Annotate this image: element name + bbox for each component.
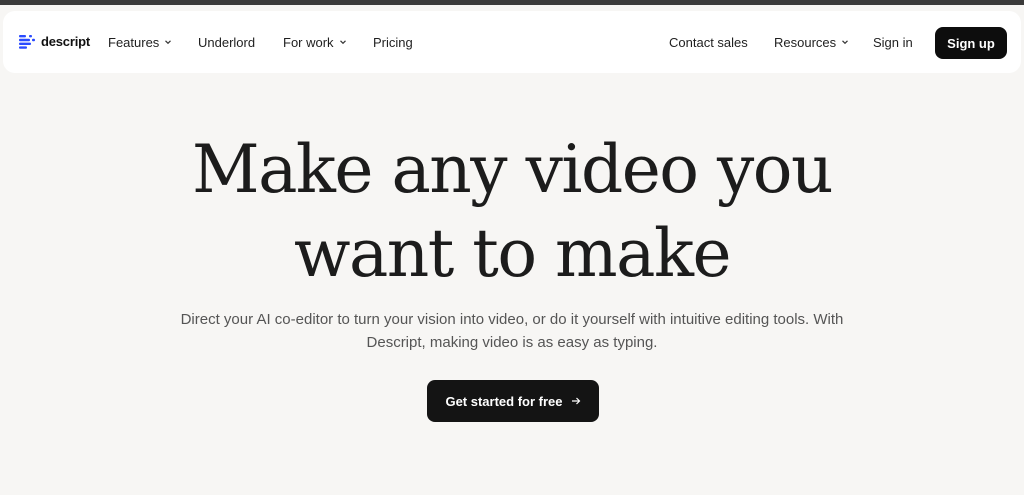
hero-title-line-2: want to make [293, 215, 732, 292]
browser-top-strip [0, 0, 1024, 5]
hero-subtitle: Direct your AI co-editor to turn your vi… [180, 311, 844, 351]
sign-up-button[interactable]: Sign up [935, 27, 1007, 59]
nav-features[interactable]: Features [108, 11, 172, 73]
chevron-down-icon [841, 38, 849, 46]
nav-for-work[interactable]: For work [283, 11, 347, 73]
descript-logo[interactable]: descript [19, 34, 90, 49]
hero-title-line-1: Make any video you [191, 131, 834, 208]
arrow-right-icon [571, 396, 581, 406]
nav-contact-sales[interactable]: Contact sales [669, 11, 748, 73]
nav-underlord[interactable]: Underlord [198, 11, 255, 73]
nav-item-label: Contact sales [669, 34, 748, 50]
nav-resources[interactable]: Resources [774, 11, 849, 73]
chevron-down-icon [339, 38, 347, 46]
nav-item-label: Sign in [873, 34, 913, 50]
nav-item-label: Underlord [198, 34, 256, 50]
nav-sign-in[interactable]: Sign in [873, 11, 913, 73]
brand-name: descript [41, 34, 90, 49]
chevron-down-icon [164, 38, 172, 46]
nav-pricing[interactable]: Pricing [373, 11, 413, 73]
top-navigation: descript Features Underlord For work Pri… [3, 11, 1021, 73]
nav-item-label: Features [108, 34, 160, 50]
get-started-button[interactable]: Get started for free [427, 380, 599, 422]
nav-item-label: Pricing [373, 34, 413, 50]
hero-title: Make any video you want to make [0, 128, 1024, 296]
nav-item-label: Resources [774, 34, 837, 50]
nav-item-label: For work [283, 34, 334, 50]
descript-logo-icon [19, 34, 35, 49]
cta-label: Get started for free [445, 393, 563, 409]
